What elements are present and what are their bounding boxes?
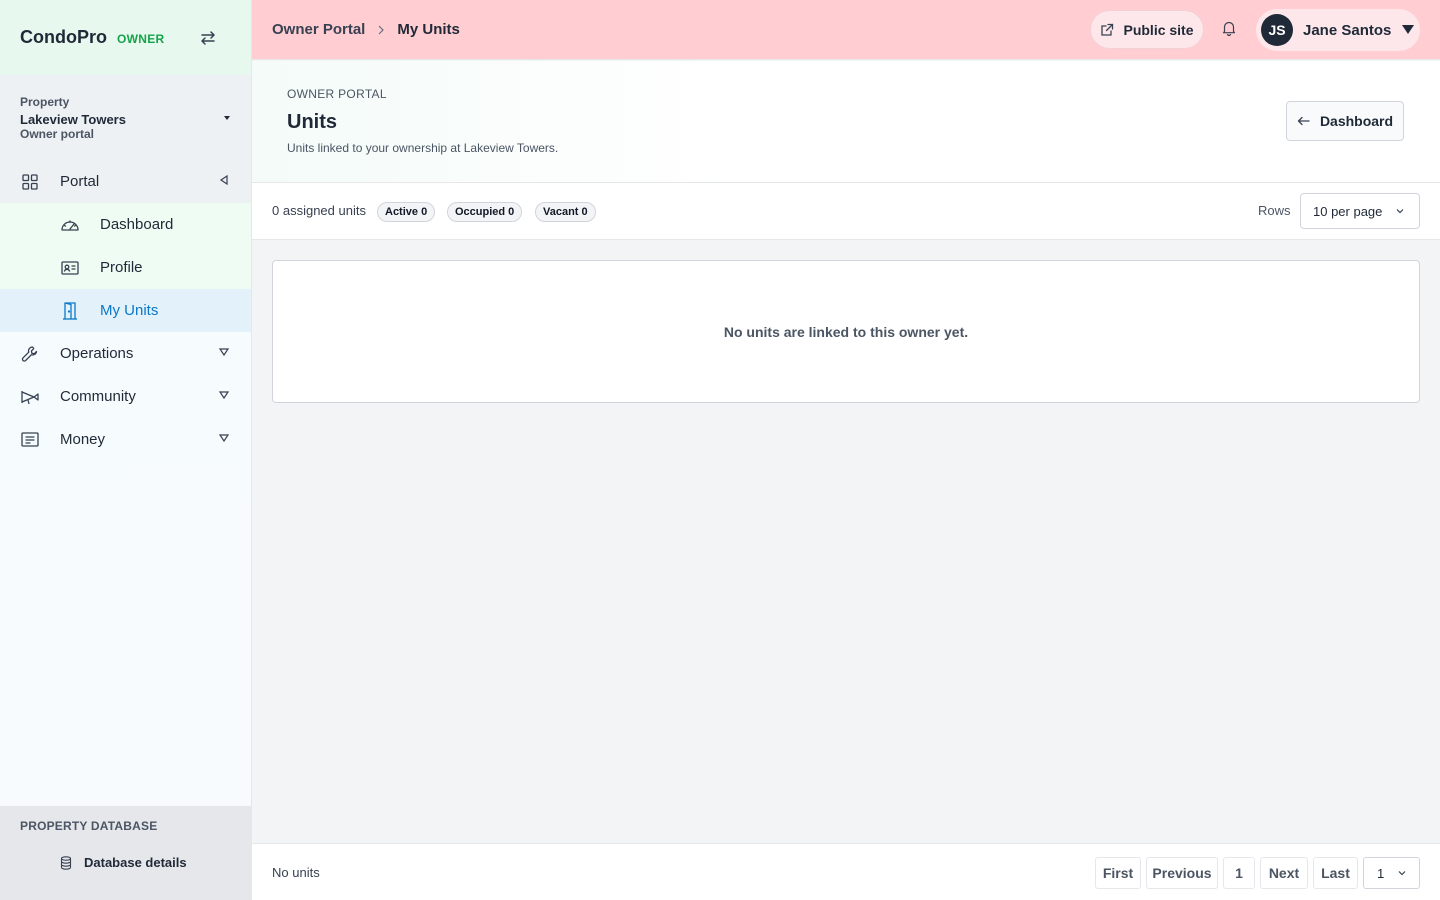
user-menu-button[interactable]: JS Jane Santos xyxy=(1256,9,1420,51)
page-select-value: 1 xyxy=(1377,865,1385,881)
megaphone-icon xyxy=(20,387,40,407)
top-bar: Owner Portal My Units Public site JS Jan… xyxy=(252,0,1440,60)
nav-group-money[interactable]: Money xyxy=(0,418,251,461)
pagination-bar: No units First Previous 1 Next Last 1 xyxy=(252,843,1440,900)
property-name: Lakeview Towers xyxy=(20,112,126,127)
sidebar-item-label: Dashboard xyxy=(100,216,174,233)
public-site-label: Public site xyxy=(1123,21,1194,38)
previous-page-button[interactable]: Previous xyxy=(1146,857,1218,889)
caret-down-icon xyxy=(218,391,230,400)
nav-group-operations[interactable]: Operations xyxy=(0,332,251,375)
status-badge-active: Active 0 xyxy=(377,202,436,222)
sidebar-item-label: My Units xyxy=(100,302,159,319)
switch-role-button[interactable] xyxy=(196,26,220,50)
units-toolbar: 0 assigned units Active 0 Occupied 0 Vac… xyxy=(252,183,1440,240)
wrench-icon xyxy=(20,344,40,364)
speedometer-icon xyxy=(60,215,80,235)
caret-down-icon xyxy=(218,434,230,443)
status-badge-vacant: Vacant 0 xyxy=(535,202,596,222)
avatar: JS xyxy=(1261,14,1293,46)
grid-icon xyxy=(20,172,40,192)
units-empty-state: No units are linked to this owner yet. xyxy=(272,260,1420,403)
rows-per-page-value: 10 per page xyxy=(1313,203,1383,219)
section-title: PROPERTY DATABASE xyxy=(20,819,158,833)
property-label: Property xyxy=(20,95,70,109)
chevron-right-icon xyxy=(377,25,385,35)
caret-down-icon xyxy=(218,348,230,357)
back-to-dashboard-button[interactable]: Dashboard xyxy=(1286,101,1404,141)
chevron-down-icon xyxy=(1396,209,1404,214)
brand-bar: CondoPro OWNER xyxy=(0,0,251,75)
back-button-label: Dashboard xyxy=(1319,113,1394,129)
database-icon xyxy=(60,855,72,870)
database-details-label: Database details xyxy=(84,855,187,870)
breadcrumb-owner-portal[interactable]: Owner Portal xyxy=(272,21,365,38)
property-subtitle: Owner portal xyxy=(20,127,95,141)
public-site-button[interactable]: Public site xyxy=(1090,10,1204,49)
breadcrumb-current: My Units xyxy=(397,21,460,38)
pagination-status: No units xyxy=(272,865,320,880)
breadcrumb: Owner Portal My Units xyxy=(272,21,460,38)
page-title: Units xyxy=(287,111,337,133)
nav-group-community[interactable]: Community xyxy=(0,375,251,418)
status-badge-occupied: Occupied 0 xyxy=(447,202,523,222)
page-subtitle: Units linked to your ownership at Lakevi… xyxy=(287,141,559,155)
sidebar-item-dashboard[interactable]: Dashboard xyxy=(0,203,251,246)
chevron-down-icon xyxy=(1398,871,1406,876)
last-page-button[interactable]: Last xyxy=(1313,857,1358,889)
external-link-icon xyxy=(1101,23,1114,36)
notifications-button[interactable] xyxy=(1222,20,1236,36)
assigned-units-count: 0 assigned units xyxy=(272,203,366,218)
page-header: OWNER PORTAL Units Units linked to your … xyxy=(252,61,1440,183)
page-eyebrow: OWNER PORTAL xyxy=(287,87,387,101)
id-card-icon xyxy=(60,258,80,278)
rows-per-page-select[interactable]: 10 per page xyxy=(1300,193,1420,229)
rows-label: Rows xyxy=(1258,203,1291,218)
page-number-button[interactable]: 1 xyxy=(1223,857,1255,889)
caret-left-icon xyxy=(219,174,228,186)
portal-submenu: Dashboard Profile My Units xyxy=(0,203,251,332)
message-square-icon xyxy=(20,430,40,450)
door-icon xyxy=(60,301,80,321)
user-name: Jane Santos xyxy=(1303,21,1392,39)
nav-group-portal[interactable]: Portal xyxy=(0,160,251,203)
nav-group-label: Community xyxy=(60,388,136,405)
sidebar-item-my-units[interactable]: My Units xyxy=(0,289,251,332)
brand-name: CondoPro xyxy=(20,27,107,47)
property-selector[interactable]: Property Lakeview Towers Owner portal xyxy=(0,75,251,160)
arrow-left-icon xyxy=(1297,116,1310,126)
role-badge: OWNER xyxy=(117,32,165,46)
sidebar: CondoPro OWNER Property Lakeview Towers … xyxy=(0,0,252,900)
next-page-button[interactable]: Next xyxy=(1260,857,1308,889)
nav-group-label: Money xyxy=(60,431,106,448)
bell-icon xyxy=(1222,21,1236,36)
database-details-link[interactable]: Database details xyxy=(0,855,252,870)
nav-group-label: Operations xyxy=(60,345,134,362)
caret-down-icon xyxy=(224,116,230,120)
empty-state-message: No units are linked to this owner yet. xyxy=(723,323,969,340)
sidebar-item-label: Profile xyxy=(100,259,143,276)
property-database-section: PROPERTY DATABASE Database details xyxy=(0,806,252,900)
sidebar-item-profile[interactable]: Profile xyxy=(0,246,251,289)
page-select[interactable]: 1 xyxy=(1363,857,1420,889)
caret-down-icon xyxy=(1402,25,1414,34)
first-page-button[interactable]: First xyxy=(1095,857,1141,889)
swap-arrows-icon xyxy=(201,31,215,45)
nav-group-label: Portal xyxy=(60,173,100,190)
